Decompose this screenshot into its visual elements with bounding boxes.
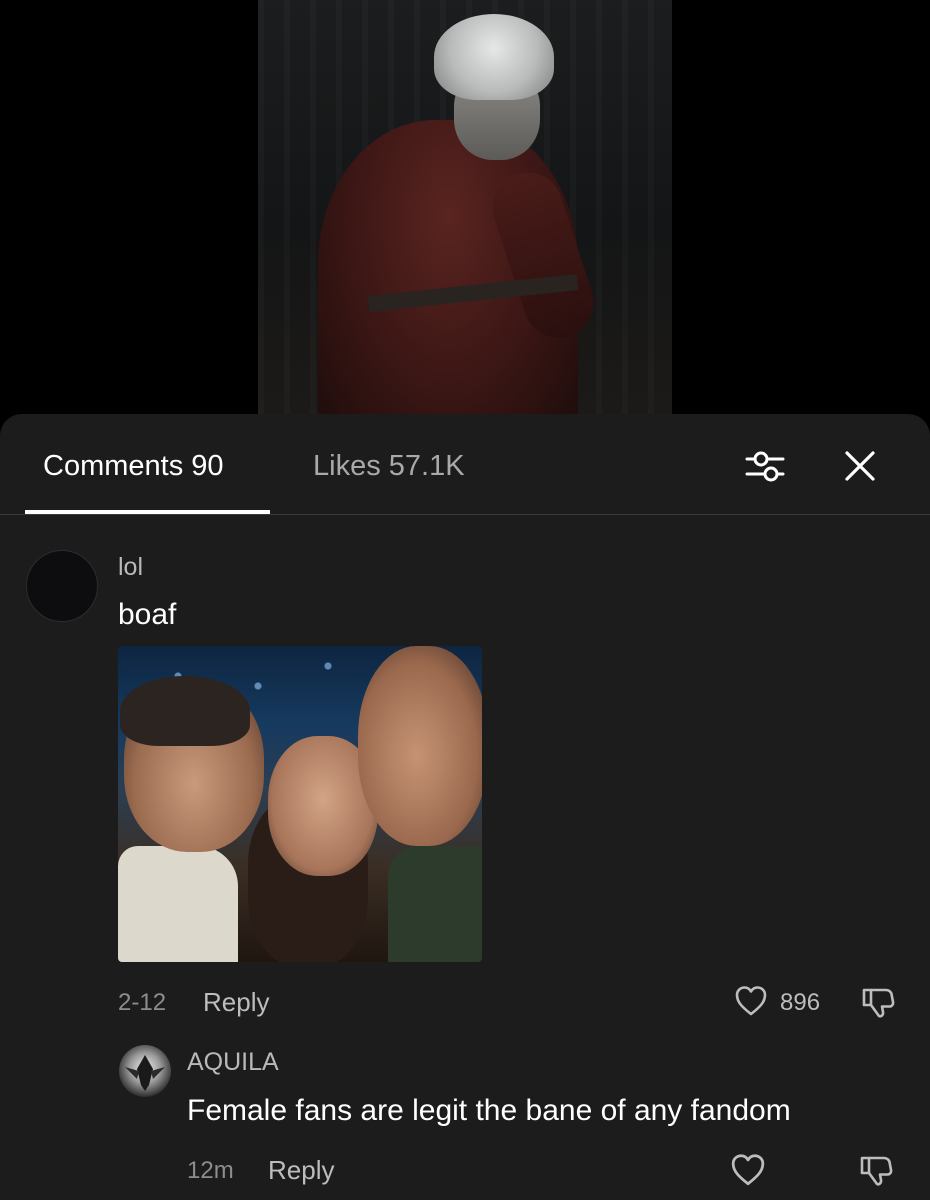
close-button[interactable] xyxy=(840,446,880,486)
like-button[interactable] xyxy=(730,1152,766,1188)
comment-username[interactable]: AQUILA xyxy=(187,1048,279,1077)
comments-sheet: Comments 90 Likes 57.1K lol boaf 2-12 Re… xyxy=(0,414,930,1200)
image-person-right-shirt xyxy=(388,846,482,962)
video-frame[interactable] xyxy=(258,0,672,420)
comment-date: 12m xyxy=(187,1157,234,1184)
dislike-button[interactable] xyxy=(858,1152,894,1188)
thumbs-down-icon xyxy=(862,988,895,1018)
reply-button[interactable]: Reply xyxy=(203,987,269,1018)
video-area[interactable] xyxy=(0,0,930,420)
tabs-divider xyxy=(0,514,930,515)
sheet-tabs: Comments 90 Likes 57.1K xyxy=(0,414,930,514)
avatar[interactable] xyxy=(26,550,98,622)
filter-button[interactable] xyxy=(744,446,786,486)
comment-date: 2-12 xyxy=(118,989,167,1016)
dislike-button[interactable] xyxy=(860,984,896,1020)
image-person-left-hair xyxy=(120,676,250,746)
video-person-hair xyxy=(434,14,554,100)
thumbs-down-icon xyxy=(860,1156,893,1186)
comment-text: Female fans are legit the bane of any fa… xyxy=(187,1094,791,1127)
image-person-left-shirt xyxy=(118,846,238,962)
like-button[interactable] xyxy=(734,984,768,1018)
heart-icon xyxy=(735,986,767,1016)
comment-username[interactable]: lol xyxy=(118,553,143,582)
like-count: 896 xyxy=(780,989,821,1016)
close-icon xyxy=(845,451,875,481)
tab-likes[interactable]: Likes 57.1K xyxy=(313,450,465,483)
tab-comments[interactable]: Comments 90 xyxy=(43,450,224,483)
sliders-icon xyxy=(745,451,785,482)
reply-button[interactable]: Reply xyxy=(268,1155,334,1186)
image-person-right-face xyxy=(358,646,482,846)
comment-text: boaf xyxy=(118,598,177,631)
eagle-avatar-icon xyxy=(125,1055,165,1091)
heart-icon xyxy=(731,1154,765,1186)
comment-image[interactable] xyxy=(118,646,482,962)
avatar-aquila[interactable] xyxy=(119,1045,171,1097)
